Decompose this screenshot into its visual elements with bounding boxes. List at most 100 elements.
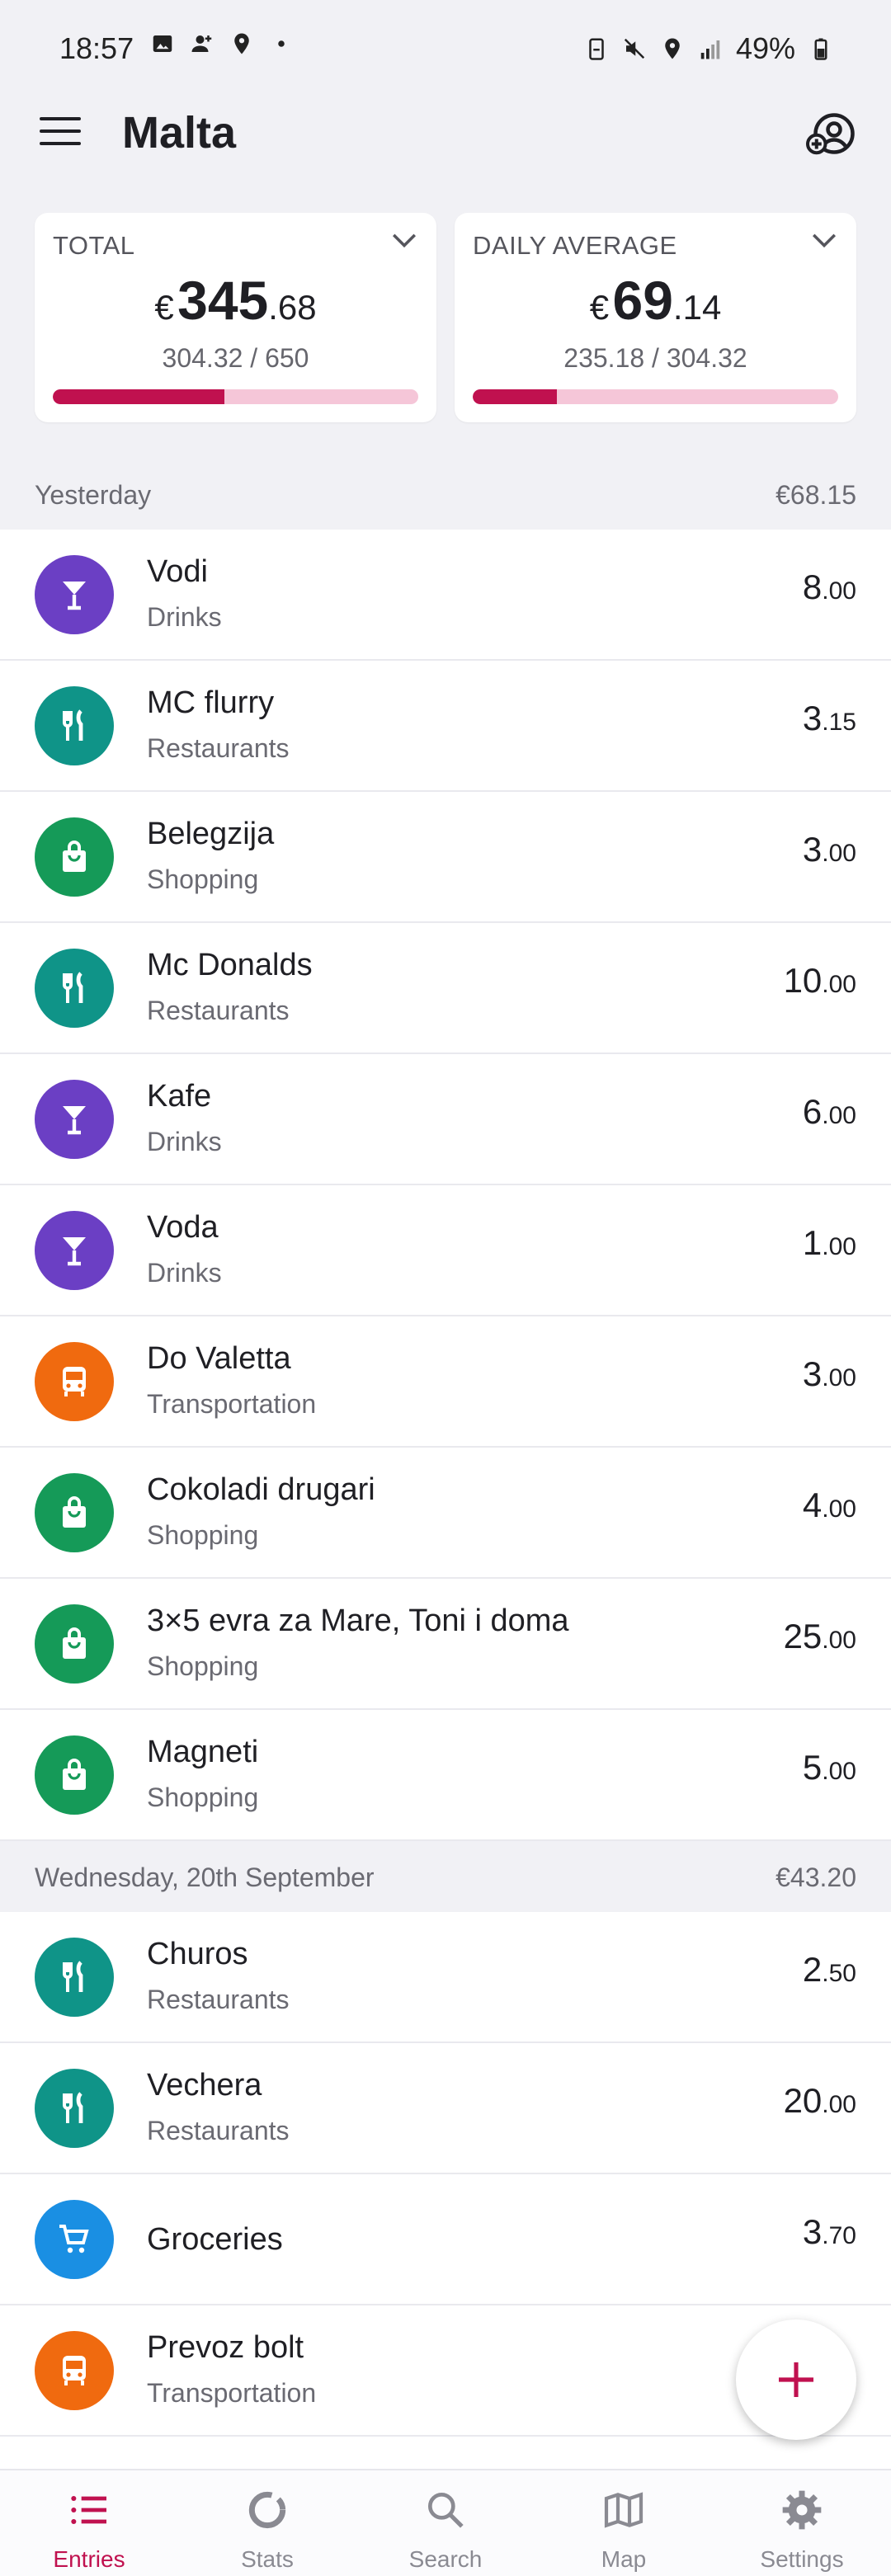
entry-amount: 8.00: [802, 567, 856, 606]
section-total: €43.20: [776, 1863, 856, 1892]
location-icon: [234, 33, 249, 54]
battery-percent: 49%: [735, 31, 795, 65]
date-section-header: Yesterday €68.15: [0, 459, 891, 530]
bus-icon: [35, 1342, 114, 1421]
nav-stats[interactable]: Stats: [178, 2470, 356, 2576]
signal-icon: [700, 40, 720, 59]
entry-name: Churos: [147, 1937, 248, 1971]
entry-row[interactable]: Groceries 3.70: [0, 2174, 891, 2305]
entry-category: Shopping: [147, 864, 259, 894]
shopping-bag-icon: [35, 1735, 114, 1815]
status-notification-icons: [150, 31, 294, 56]
dot-icon: [278, 40, 285, 47]
entry-category: Restaurants: [147, 996, 290, 1025]
entry-row[interactable]: Voda Drinks 1.00: [0, 1185, 891, 1316]
add-entry-button[interactable]: [736, 2319, 856, 2440]
map-icon: [604, 2492, 644, 2528]
nav-label: Map: [601, 2546, 647, 2572]
entry-category: Shopping: [147, 1782, 259, 1812]
entry-row[interactable]: Belegzija Shopping 3.00: [0, 792, 891, 923]
mute-icon: [624, 38, 645, 59]
entry-row[interactable]: Vechera Restaurants 20.00: [0, 2043, 891, 2174]
total-card[interactable]: TOTAL € 345.68 304.32 / 650: [35, 213, 436, 422]
entry-row[interactable]: Cokoladi drugari Shopping 4.00: [0, 1448, 891, 1579]
header-area: 18:57 49% Malta TOTAL € 345.68 304.32 / …: [0, 0, 891, 459]
fork-knife-icon: [35, 949, 114, 1028]
entry-category: Transportation: [147, 2378, 317, 2408]
nav-label: Entries: [53, 2546, 125, 2572]
image-icon: [153, 35, 172, 52]
daily-average-card[interactable]: DAILY AVERAGE € 69.14 235.18 / 304.32: [455, 213, 856, 422]
nav-entries[interactable]: Entries: [0, 2470, 178, 2576]
location-icon: [665, 38, 680, 59]
section-date: Yesterday: [35, 480, 152, 510]
entry-name: Prevoz bolt: [147, 2330, 304, 2365]
entry-name: Vechera: [147, 2068, 262, 2103]
entry-name: Cokoladi drugari: [147, 1472, 375, 1507]
daily-average-subtext: 235.18 / 304.32: [563, 343, 747, 373]
status-time: 18:57: [59, 31, 134, 65]
chevron-down-icon[interactable]: [390, 231, 418, 251]
section-date: Wednesday, 20th September: [35, 1863, 375, 1892]
entry-amount: 6.00: [802, 1092, 856, 1131]
fork-knife-icon: [35, 1938, 114, 2017]
add-account-icon[interactable]: [805, 109, 855, 158]
menu-button[interactable]: [40, 117, 81, 153]
entry-category: Drinks: [147, 1127, 222, 1156]
shopping-bag-icon: [35, 1604, 114, 1684]
entry-name: Kafe: [147, 1079, 212, 1114]
fork-knife-icon: [35, 686, 114, 765]
nav-settings[interactable]: Settings: [713, 2470, 891, 2576]
entry-category: Shopping: [147, 1520, 259, 1550]
entry-name: 3×5 evra za Mare, Toni i doma: [147, 1604, 569, 1638]
status-system-icons: 49%: [584, 31, 833, 66]
nav-map[interactable]: Map: [535, 2470, 713, 2576]
entry-amount: 1.00: [802, 1223, 856, 1262]
total-amount: € 345.68: [154, 270, 317, 331]
add-person-icon: [191, 35, 212, 52]
daily-average-amount: € 69.14: [589, 270, 722, 331]
summary-cards: TOTAL € 345.68 304.32 / 650 DAILY AVERAG…: [0, 173, 891, 459]
entry-category: Restaurants: [147, 1985, 290, 2014]
page-title: Malta: [122, 108, 237, 158]
date-section-header: Wednesday, 20th September €43.20: [0, 1841, 891, 1912]
entry-row[interactable]: Vodi Drinks 8.00: [0, 530, 891, 661]
entry-name: Magneti: [147, 1735, 259, 1769]
cocktail-icon: [35, 555, 114, 634]
entry-name: Vodi: [147, 554, 208, 589]
status-bar: 18:57 49%: [0, 0, 891, 97]
total-subtext: 304.32 / 650: [162, 343, 309, 373]
entry-row[interactable]: Kafe Drinks 6.00: [0, 1054, 891, 1185]
entry-row[interactable]: MC flurry Restaurants 3.15: [0, 661, 891, 792]
entry-row[interactable]: 3×5 evra za Mare, Toni i doma Shopping 2…: [0, 1579, 891, 1710]
entry-category: Restaurants: [147, 733, 290, 763]
chevron-down-icon[interactable]: [810, 231, 838, 251]
entry-amount: 4.00: [802, 1486, 856, 1524]
entry-category: Drinks: [147, 1258, 222, 1288]
entry-amount: 5.00: [802, 1748, 856, 1787]
donut-chart-icon: [248, 2491, 286, 2529]
entry-category: Transportation: [147, 1389, 317, 1419]
entry-row[interactable]: Magneti Shopping 5.00: [0, 1710, 891, 1841]
entry-name: Mc Donalds: [147, 948, 313, 982]
list-icon: [71, 2495, 106, 2525]
entry-category: Shopping: [147, 1651, 259, 1681]
cocktail-icon: [35, 1080, 114, 1159]
entry-row[interactable]: Do Valetta Transportation 3.00: [0, 1316, 891, 1448]
entry-row[interactable]: Mc Donalds Restaurants 10.00: [0, 923, 891, 1054]
daily-average-label: DAILY AVERAGE: [473, 231, 677, 260]
battery-saver-icon: [589, 38, 604, 60]
entry-row[interactable]: Churos Restaurants 2.50: [0, 1912, 891, 2043]
entries-list: Yesterday €68.15 Vodi Drinks 8.00 MC flu…: [0, 459, 891, 2437]
bus-icon: [35, 2331, 114, 2410]
daily-average-progress-bar: [473, 389, 838, 404]
section-total: €68.15: [776, 480, 856, 510]
entry-amount: 10.00: [783, 961, 856, 1000]
nav-search[interactable]: Search: [356, 2470, 535, 2576]
hamburger-icon: [40, 117, 81, 120]
entry-amount: 3.15: [802, 699, 856, 737]
total-progress-bar: [53, 389, 418, 404]
cart-icon: [35, 2200, 114, 2279]
cocktail-icon: [35, 1211, 114, 1290]
fork-knife-icon: [35, 2069, 114, 2148]
